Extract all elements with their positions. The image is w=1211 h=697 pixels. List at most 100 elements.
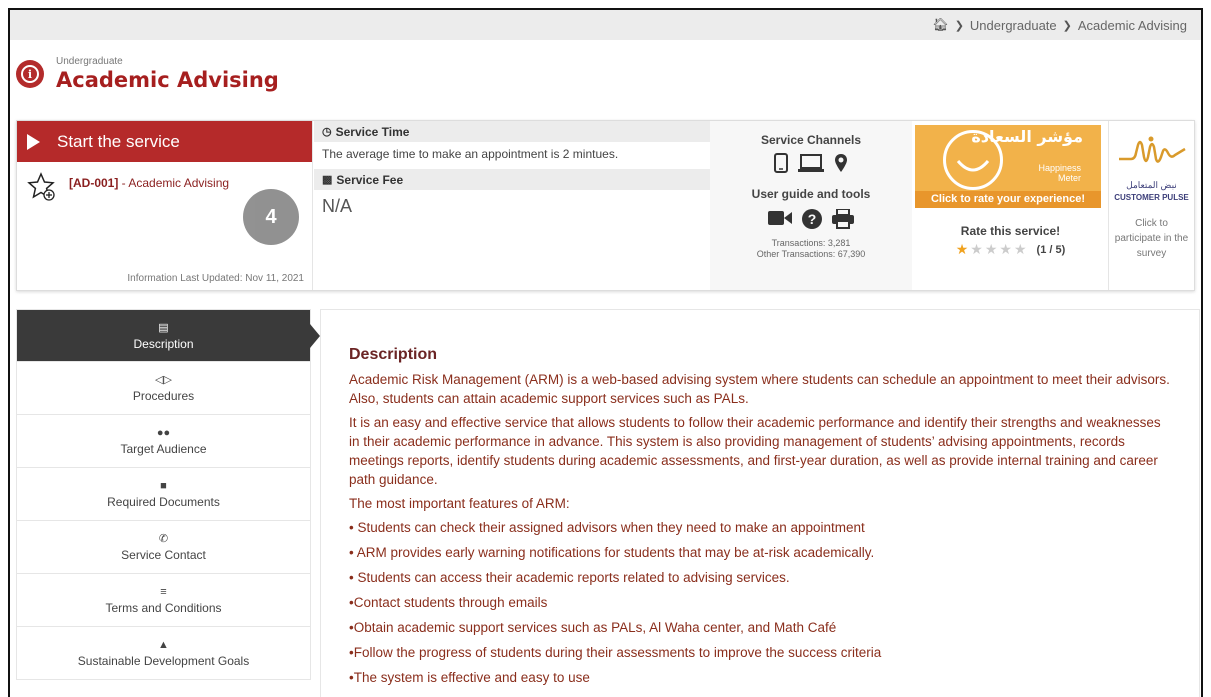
favorite-star-icon[interactable] (27, 172, 57, 202)
service-title: - Academic Advising (118, 176, 230, 190)
print-icon[interactable] (832, 209, 854, 229)
sidebar-item-procedures[interactable]: ◁▷ Procedures (16, 362, 311, 415)
sidebar-item-label: Required Documents (107, 494, 220, 509)
help-icon[interactable]: ? (802, 209, 822, 229)
sidebar-item-service-contact[interactable]: ✆ Service Contact (16, 521, 311, 574)
step-badge: 4 (243, 189, 299, 245)
service-fee-header: ▩ Service Fee (314, 169, 710, 190)
start-service-button[interactable]: Start the service (17, 121, 312, 162)
transactions-count: Transactions: 3,281 (771, 238, 851, 248)
rating-score: (1 / 5) (1036, 243, 1066, 256)
start-service-label: Start the service (57, 131, 180, 151)
play-icon (27, 133, 40, 150)
happiness-english-title: Happiness Meter (1038, 163, 1081, 183)
service-info-bar: Start the service [AD-001] - Academic Ad… (16, 120, 1195, 291)
list-item: • ARM provides early warning notificatio… (349, 545, 875, 560)
service-time-text: The average time to make an appointment … (322, 147, 619, 161)
customer-pulse-arabic: نبض المتعامل (1126, 180, 1177, 190)
sidebar-item-label: Service Contact (121, 548, 206, 562)
list-item: •Follow the progress of students during … (349, 645, 882, 660)
star-icon[interactable]: ★ (985, 241, 998, 258)
service-fee-label: Service Fee (336, 172, 404, 187)
service-code: [AD-001] (69, 176, 119, 190)
star-icon[interactable]: ★ (999, 241, 1012, 258)
sidebar-item-target-audience[interactable]: ●● Target Audience (16, 415, 311, 468)
users-icon: ●● (156, 426, 171, 439)
list-item: •The system is effective and easy to use (349, 670, 590, 685)
file-icon: ▤ (158, 321, 169, 334)
happiness-panel: مؤشر السعادة Happiness Meter Click to ra… (913, 121, 1108, 290)
sidebar-item-label: Procedures (132, 389, 195, 403)
sidebar-item-label: Sustainable Development Goals (77, 653, 250, 668)
star-icon[interactable]: ★ (956, 241, 969, 258)
sidebar-item-label: Description (133, 336, 194, 351)
rate-experience-label: Click to rate your experience! (915, 191, 1101, 208)
page-subtitle: Undergraduate (56, 56, 123, 67)
content-heading: Description (349, 346, 438, 363)
chevron-right-icon: ❯ (1062, 19, 1072, 32)
mobile-icon[interactable] (774, 153, 788, 173)
svg-text:?: ? (808, 211, 817, 227)
customer-pulse-panel[interactable]: نبض المتعامل CUSTOMER PULSE Click to par… (1108, 121, 1194, 290)
description-content: Description Academic Risk Management (AR… (320, 309, 1200, 697)
rate-service-label: Rate this service! (960, 224, 1061, 238)
sidebar-item-terms[interactable]: ≡ Terms and Conditions (16, 574, 311, 627)
other-transactions-count: Other Transactions: 67,390 (756, 249, 866, 259)
star-icon[interactable]: ★ (970, 241, 983, 258)
customer-pulse-english: CUSTOMER PULSE (1114, 193, 1189, 202)
info-icon: i (16, 60, 44, 88)
happiness-meter-button[interactable]: مؤشر السعادة Happiness Meter Click to ra… (915, 125, 1101, 208)
sidebar-item-required-documents[interactable]: ■ Required Documents (16, 468, 311, 521)
features-list: • Students can check their assigned advi… (349, 518, 1171, 687)
service-time-header: ◷ Service Time (314, 121, 710, 142)
service-name: [AD-001] - Academic Advising (27, 172, 230, 202)
user-guide-label: User guide and tools (751, 187, 871, 201)
list-item: • Students can check their assigned advi… (349, 520, 865, 535)
content-paragraph: The most important features of ARM: (349, 496, 570, 511)
content-paragraph: It is an easy and effective service that… (349, 415, 1161, 487)
rating-stars: ★ ★ ★ ★ ★ (1 / 5) (913, 241, 1108, 258)
tool-icons: ? (710, 209, 912, 229)
folder-icon: ■ (160, 479, 167, 492)
breadcrumb-item-undergraduate[interactable]: Undergraduate (970, 18, 1057, 33)
steps-icon: ◁▷ (155, 374, 172, 386)
sidebar-item-description[interactable]: ▤ Description (16, 309, 320, 362)
content-paragraph: Academic Risk Management (ARM) is a web-… (349, 372, 1170, 406)
service-start-panel: Start the service [AD-001] - Academic Ad… (17, 121, 313, 290)
list-item: •Obtain academic support services such a… (349, 620, 837, 635)
star-icon[interactable]: ★ (1014, 241, 1027, 258)
laptop-icon[interactable] (798, 153, 824, 173)
service-channels-label: Service Channels (760, 133, 862, 147)
list-item: •Contact students through emails (349, 595, 548, 610)
page-frame: 🏠︎ ❯ Undergraduate ❯ Academic Advising i… (8, 8, 1203, 697)
service-fee-value: N/A (322, 196, 353, 216)
sidebar-item-label: Terms and Conditions (105, 600, 222, 615)
money-icon: ▩ (322, 174, 333, 186)
breadcrumb: 🏠︎ ❯ Undergraduate ❯ Academic Advising (10, 10, 1201, 40)
rating-widget: Rate this service! ★ ★ ★ ★ ★ (1 / 5) (913, 224, 1108, 258)
trophy-icon: ▲ (158, 638, 169, 651)
time-fee-panel: ◷ Service Time The average time to make … (314, 121, 710, 290)
breadcrumb-item-academic-advising: Academic Advising (1077, 17, 1187, 33)
page-title: Academic Advising (56, 68, 279, 92)
last-updated: Information Last Updated: Nov 11, 2021 (127, 273, 304, 284)
sidebar-item-sdg[interactable]: ▲ Sustainable Development Goals (16, 627, 311, 680)
happiness-en-line1: Happiness (1038, 163, 1081, 173)
phone-icon: ✆ (158, 533, 169, 545)
page-header: i Undergraduate Academic Advising (16, 56, 279, 92)
location-icon[interactable] (834, 153, 848, 173)
service-sidebar: ▤ Description ◁▷ Procedures ●● Target Au… (16, 309, 320, 680)
chevron-right-icon: ❯ (954, 19, 964, 32)
list-icon: ≡ (160, 585, 167, 598)
channel-icons (710, 153, 912, 173)
customer-pulse-logo (1118, 136, 1186, 163)
service-time-label: Service Time (335, 124, 410, 139)
sidebar-item-label: Target Audience (120, 441, 207, 456)
participate-text: Click to participate in the survey (1114, 218, 1189, 259)
clock-icon: ◷ (322, 126, 332, 138)
list-item: • Students can access their academic rep… (349, 570, 790, 585)
video-icon[interactable] (768, 209, 792, 227)
home-icon[interactable]: 🏠︎ (932, 17, 949, 33)
happiness-arabic-title: مؤشر السعادة (971, 127, 1083, 146)
happiness-en-line2: Meter (1057, 173, 1081, 183)
